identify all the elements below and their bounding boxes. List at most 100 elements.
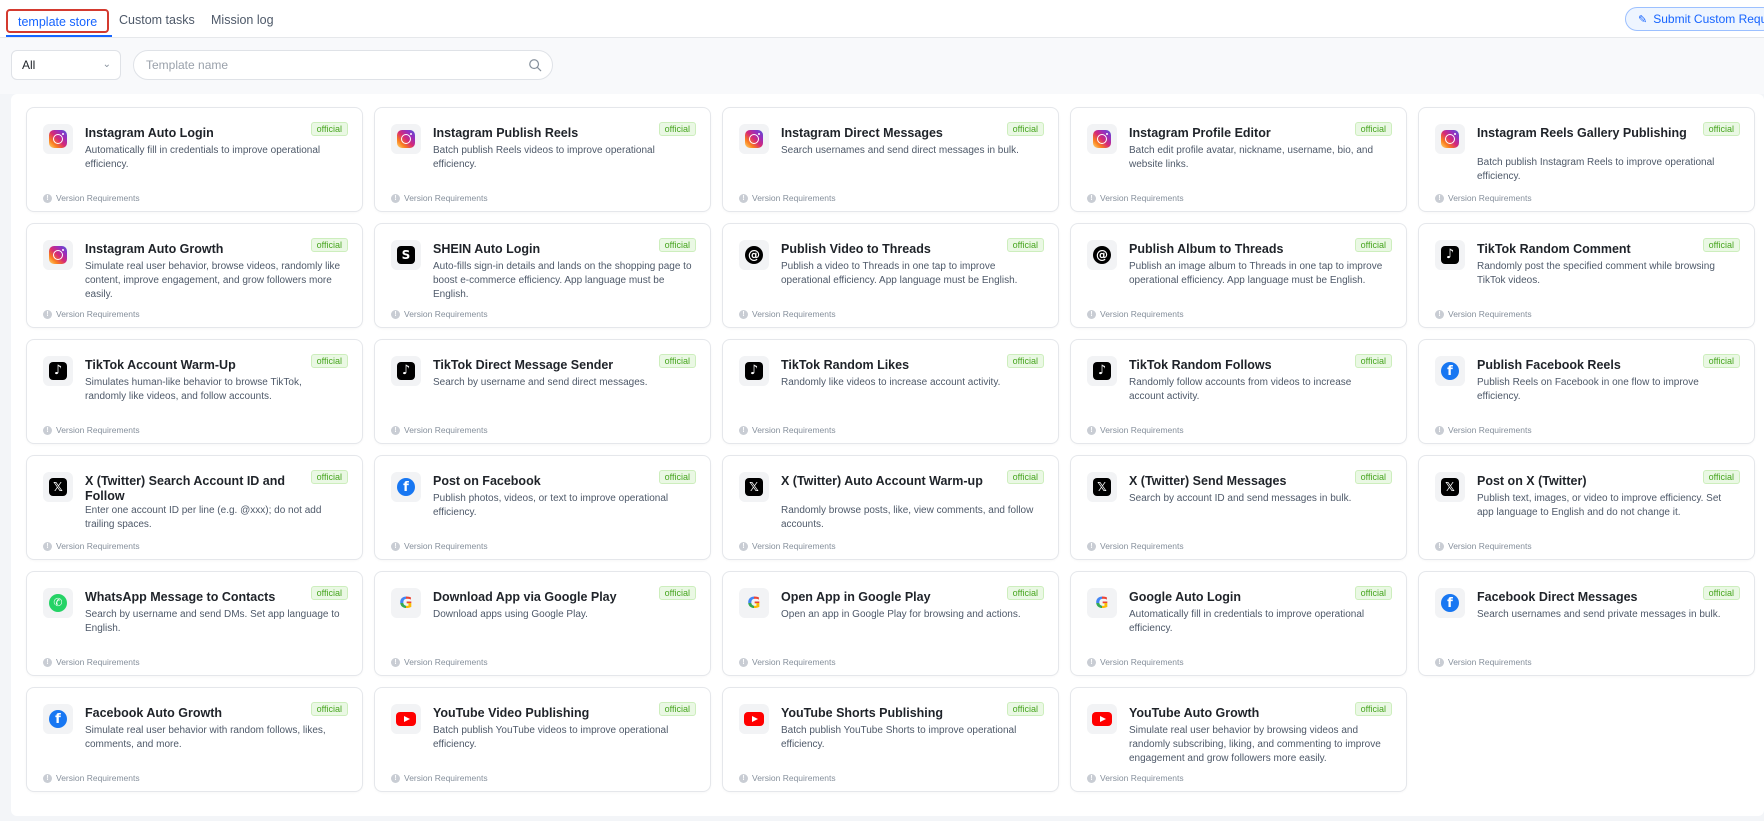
template-card[interactable]: ♪ TikTok Account Warm-Up official Simulates… <box>26 339 363 444</box>
facebook-icon: f <box>391 472 421 502</box>
template-card[interactable]: ♪ TikTok Random Follows official Randomly f… <box>1070 339 1407 444</box>
version-requirements-label: Version Requirements <box>56 193 140 203</box>
version-requirements[interactable]: ! Version Requirements <box>1087 773 1184 783</box>
version-requirements[interactable]: ! Version Requirements <box>43 657 140 667</box>
template-card[interactable]: 𝕏 X (Twitter) Search Account ID and Follo… <box>26 455 363 560</box>
card-title: Facebook Auto Growth <box>85 706 223 720</box>
version-requirements[interactable]: ! Version Requirements <box>739 309 836 319</box>
version-requirements[interactable]: ! Version Requirements <box>1435 541 1532 551</box>
version-requirements[interactable]: ! Version Requirements <box>739 657 836 667</box>
version-requirements[interactable]: ! Version Requirements <box>43 193 140 203</box>
version-requirements[interactable]: ! Version Requirements <box>739 425 836 435</box>
card-title: YouTube Auto Growth <box>1129 706 1260 720</box>
version-requirements[interactable]: ! Version Requirements <box>43 309 140 319</box>
version-requirements-label: Version Requirements <box>752 773 836 783</box>
template-card[interactable]: 𝕏 X (Twitter) Send Messages official Search… <box>1070 455 1407 560</box>
tiktok-icon: ♪ <box>739 356 769 386</box>
template-card[interactable]: G Download App via Google Play official Dow… <box>374 571 711 676</box>
info-icon: ! <box>739 193 748 203</box>
tab-mission-log[interactable]: Mission log <box>199 9 286 33</box>
card-title: YouTube Video Publishing <box>433 706 590 720</box>
version-requirements[interactable]: ! Version Requirements <box>391 309 488 319</box>
template-card[interactable]: YouTube Shorts Publishing official Batch p… <box>722 687 1059 792</box>
template-card[interactable]: 𝕏 X (Twitter) Auto Account Warm-up officia… <box>722 455 1059 560</box>
version-requirements-label: Version Requirements <box>1100 541 1184 551</box>
official-badge: official <box>1702 586 1740 600</box>
template-card[interactable]: ♪ TikTok Random Comment official Randomly p… <box>1418 223 1755 328</box>
version-requirements[interactable]: ! Version Requirements <box>1435 309 1532 319</box>
version-requirements[interactable]: ! Version Requirements <box>391 193 488 203</box>
tab-custom-tasks[interactable]: Custom tasks <box>107 9 207 33</box>
template-search-input[interactable] <box>134 51 504 79</box>
template-card[interactable]: @ Publish Video to Threads official Publish… <box>722 223 1059 328</box>
card-description: Randomly post the specified comment whil… <box>1477 261 1715 286</box>
card-description: Search usernames and send private messag… <box>1477 609 1721 620</box>
version-requirements[interactable]: ! Version Requirements <box>739 193 836 203</box>
card-description: Batch publish YouTube Shorts to improve … <box>781 725 1017 750</box>
card-title: SHEIN Auto Login <box>433 242 541 256</box>
version-requirements[interactable]: ! Version Requirements <box>1087 193 1184 203</box>
template-card[interactable]: 𝕏 Post on X (Twitter) official Publish text… <box>1418 455 1755 560</box>
card-description: Simulates human-like behavior to browse … <box>85 377 302 402</box>
facebook-icon: f <box>43 704 73 734</box>
category-select[interactable]: All ⌄ <box>11 50 121 80</box>
template-card[interactable]: ✆ WhatsApp Message to Contacts official Sea… <box>26 571 363 676</box>
version-requirements[interactable]: ! Version Requirements <box>391 773 488 783</box>
template-card[interactable]: f Post on Facebook official Publish photos,… <box>374 455 711 560</box>
template-card[interactable]: G Open App in Google Play official Open an … <box>722 571 1059 676</box>
x-icon: 𝕏 <box>739 472 769 502</box>
template-card[interactable]: S SHEIN Auto Login official Auto-fills sign… <box>374 223 711 328</box>
info-icon: ! <box>1435 541 1444 551</box>
card-title: TikTok Random Comment <box>1477 242 1631 256</box>
template-card[interactable]: f Facebook Auto Growth official Simulate re… <box>26 687 363 792</box>
submit-custom-request-button[interactable]: ✎ Submit Custom Request <box>1625 7 1764 31</box>
version-requirements[interactable]: ! Version Requirements <box>739 541 836 551</box>
version-requirements-label: Version Requirements <box>1448 541 1532 551</box>
template-card[interactable]: Instagram Publish Reels official Batch pub… <box>374 107 711 212</box>
version-requirements[interactable]: ! Version Requirements <box>1435 425 1532 435</box>
info-icon: ! <box>739 541 748 551</box>
version-requirements[interactable]: ! Version Requirements <box>43 541 140 551</box>
instagram-icon <box>1435 124 1465 154</box>
template-card[interactable]: G Google Auto Login official Automatically … <box>1070 571 1407 676</box>
template-card[interactable]: Instagram Reels Gallery Publishing offici… <box>1418 107 1755 212</box>
card-title: TikTok Account Warm-Up <box>85 358 236 372</box>
version-requirements[interactable]: ! Version Requirements <box>1087 425 1184 435</box>
template-card[interactable]: @ Publish Album to Threads official Publish… <box>1070 223 1407 328</box>
tab-template-store[interactable]: template store <box>6 9 110 33</box>
template-card[interactable]: ♪ TikTok Random Likes official Randomly lik… <box>722 339 1059 444</box>
version-requirements[interactable]: ! Version Requirements <box>1087 309 1184 319</box>
official-badge: official <box>310 470 348 484</box>
card-description: Search usernames and send direct message… <box>781 145 1019 156</box>
template-card[interactable]: Instagram Auto Growth official Simulate re… <box>26 223 363 328</box>
template-grid: Instagram Auto Login official Automaticall… <box>26 107 1755 792</box>
version-requirements[interactable]: ! Version Requirements <box>391 657 488 667</box>
version-requirements[interactable]: ! Version Requirements <box>1087 657 1184 667</box>
card-description: Open an app in Google Play for browsing … <box>781 609 1021 620</box>
instagram-icon <box>391 124 421 154</box>
card-title: Facebook Direct Messages <box>1477 590 1638 604</box>
search-icon[interactable] <box>528 58 542 72</box>
info-icon: ! <box>1435 309 1444 319</box>
template-card[interactable]: Instagram Auto Login official Automaticall… <box>26 107 363 212</box>
version-requirements[interactable]: ! Version Requirements <box>1435 657 1532 667</box>
template-card[interactable]: YouTube Video Publishing official Batch pu… <box>374 687 711 792</box>
template-card[interactable]: YouTube Auto Growth official Simulate real… <box>1070 687 1407 792</box>
template-card[interactable]: f Facebook Direct Messages official Search … <box>1418 571 1755 676</box>
template-card[interactable]: Instagram Profile Editor official Batch ed… <box>1070 107 1407 212</box>
template-card[interactable]: ♪ TikTok Direct Message Sender official Sea… <box>374 339 711 444</box>
version-requirements[interactable]: ! Version Requirements <box>1435 193 1532 203</box>
version-requirements[interactable]: ! Version Requirements <box>43 425 140 435</box>
chevron-down-icon: ⌄ <box>102 59 111 70</box>
official-badge: official <box>658 354 696 368</box>
version-requirements-label: Version Requirements <box>404 193 488 203</box>
card-description: Batch publish Reels videos to improve op… <box>433 145 655 170</box>
version-requirements[interactable]: ! Version Requirements <box>739 773 836 783</box>
version-requirements[interactable]: ! Version Requirements <box>43 773 140 783</box>
template-card[interactable]: f Publish Facebook Reels official Publish R… <box>1418 339 1755 444</box>
version-requirements[interactable]: ! Version Requirements <box>391 541 488 551</box>
version-requirements[interactable]: ! Version Requirements <box>1087 541 1184 551</box>
version-requirements[interactable]: ! Version Requirements <box>391 425 488 435</box>
template-card[interactable]: Instagram Direct Messages official Search … <box>722 107 1059 212</box>
official-badge: official <box>1702 122 1740 136</box>
